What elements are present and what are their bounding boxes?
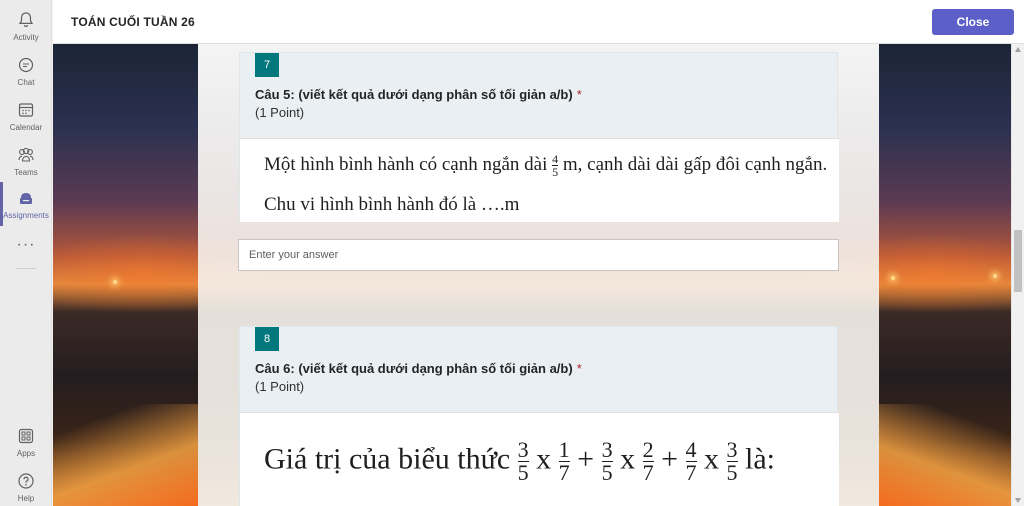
operator: + xyxy=(661,442,679,476)
assignments-icon xyxy=(16,188,36,208)
operator: x xyxy=(620,442,636,476)
question-title-text: Câu 5: (viết kết quả dưới dạng phân số t… xyxy=(255,87,573,102)
close-button[interactable]: Close xyxy=(932,9,1014,35)
fraction-denominator: 7 xyxy=(558,460,570,485)
fraction: 45 xyxy=(552,152,559,179)
app-header: TOÁN CUỐI TUẦN 26 Close xyxy=(53,0,1024,44)
question-points: (1 Point) xyxy=(255,379,305,394)
rail-item-chat[interactable]: Chat xyxy=(0,49,52,93)
question-text-line-2: Chu vi hình bình hành đó là ….m xyxy=(264,194,520,215)
form-column: 7 Câu 5: (viết kết quả dưới dạng phân số… xyxy=(198,44,879,506)
rail-item-activity[interactable]: Activity xyxy=(0,4,52,48)
rail-label: Apps xyxy=(16,449,36,458)
question-card: 8 Câu 6: (viết kết quả dưới dạng phân số… xyxy=(239,326,839,506)
calendar-icon xyxy=(16,100,36,120)
apps-icon xyxy=(16,426,36,446)
expression-line: Giá trị của biểu thức 35 x 17 + 35 x 27 … xyxy=(264,439,775,484)
rail-label: Teams xyxy=(14,168,38,177)
operator: + xyxy=(577,442,595,476)
background-photo-right xyxy=(879,404,1011,506)
fraction-denominator: 5 xyxy=(726,460,738,485)
page-title: TOÁN CUỐI TUẦN 26 xyxy=(71,15,195,29)
rail-divider xyxy=(16,268,36,269)
form-viewport: 7 Câu 5: (viết kết quả dưới dạng phân số… xyxy=(53,44,1011,506)
expression-prefix: Giá trị của biểu thức xyxy=(264,442,511,476)
fraction-denominator: 5 xyxy=(601,460,613,485)
fraction-denominator: 7 xyxy=(685,460,697,485)
fraction: 35 xyxy=(601,437,613,485)
fraction-denominator: 5 xyxy=(552,165,559,179)
question-number-badge: 8 xyxy=(255,327,279,351)
background-photo-left xyxy=(53,404,198,506)
scroll-down-arrow-icon[interactable] xyxy=(1015,498,1021,503)
operator: x xyxy=(704,442,720,476)
rail-label: Help xyxy=(17,494,35,503)
fraction-numerator: 3 xyxy=(726,437,738,462)
expression-suffix: là: xyxy=(745,442,776,476)
rail-item-teams[interactable]: Teams xyxy=(0,139,52,183)
question-text: Một hình bình hành có cạnh ngắn dài xyxy=(264,153,548,175)
fraction: 27 xyxy=(642,437,654,485)
scroll-up-arrow-icon[interactable] xyxy=(1015,47,1021,52)
fraction: 17 xyxy=(558,437,570,485)
operator: x xyxy=(536,442,552,476)
rail-label: Assignments xyxy=(3,211,49,220)
answer-input[interactable] xyxy=(238,239,839,271)
street-lamp xyxy=(891,276,895,280)
rail-item-help[interactable]: Help xyxy=(0,465,52,506)
street-lamp xyxy=(113,280,117,284)
fraction-numerator: 4 xyxy=(685,437,697,462)
fraction-numerator: 3 xyxy=(517,437,529,462)
more-apps-button[interactable]: ··· xyxy=(0,236,52,254)
rail-label: Chat xyxy=(17,78,35,87)
street-lamp xyxy=(993,274,997,278)
question-card: 7 Câu 5: (viết kết quả dưới dạng phân số… xyxy=(239,52,839,222)
fraction-numerator: 1 xyxy=(558,437,570,462)
fraction: 35 xyxy=(517,437,529,485)
question-title: Câu 6: (viết kết quả dưới dạng phân số t… xyxy=(255,361,582,376)
rail-item-assignments[interactable]: Assignments xyxy=(0,182,52,226)
fraction-numerator: 4 xyxy=(552,152,559,166)
required-marker: * xyxy=(576,361,582,376)
fraction: 35 xyxy=(726,437,738,485)
question-image: Giá trị của biểu thức 35 x 17 + 35 x 27 … xyxy=(240,412,839,506)
fraction-denominator: 7 xyxy=(642,460,654,485)
question-text-line-1: Một hình bình hành có cạnh ngắn dài 45 m… xyxy=(264,153,827,178)
app-rail: Activity Chat Calendar Teams Assignments… xyxy=(0,0,52,506)
required-marker: * xyxy=(576,87,582,102)
help-icon xyxy=(16,471,36,491)
rail-item-calendar[interactable]: Calendar xyxy=(0,94,52,138)
bell-icon xyxy=(16,10,36,30)
scrollbar-thumb[interactable] xyxy=(1014,230,1022,292)
chat-icon xyxy=(16,55,36,75)
teams-icon xyxy=(16,145,36,165)
fraction-denominator: 5 xyxy=(517,460,529,485)
rail-label: Activity xyxy=(13,33,39,42)
rail-label: Calendar xyxy=(9,123,43,132)
fraction-numerator: 2 xyxy=(642,437,654,462)
question-title: Câu 5: (viết kết quả dưới dạng phân số t… xyxy=(255,87,582,102)
vertical-scrollbar[interactable] xyxy=(1011,44,1024,506)
question-number-badge: 7 xyxy=(255,53,279,77)
question-text: m, cạnh dài dài gấp đôi cạnh ngắn. xyxy=(562,153,828,175)
fraction-numerator: 3 xyxy=(601,437,613,462)
question-title-text: Câu 6: (viết kết quả dưới dạng phân số t… xyxy=(255,361,573,376)
fraction: 47 xyxy=(685,437,697,485)
question-image: Một hình bình hành có cạnh ngắn dài 45 m… xyxy=(240,138,839,222)
rail-item-apps[interactable]: Apps xyxy=(0,420,52,464)
question-points: (1 Point) xyxy=(255,105,305,120)
